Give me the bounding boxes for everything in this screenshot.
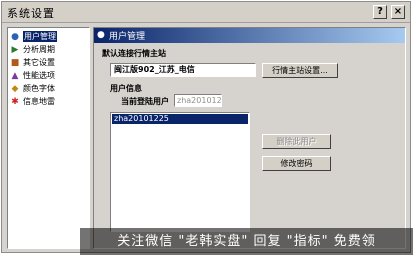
settings-window: 系统设置 ? × ● 用户管理 ▶ 分析周期 ■ 其它设置 ▲ 性能选项 ◆ 颜… bbox=[1, 1, 411, 253]
delete-user-button[interactable]: 删除此用户 bbox=[262, 134, 331, 149]
current-user-field: zha20101225 bbox=[174, 94, 222, 107]
title-bar[interactable]: 系统设置 ? × bbox=[2, 2, 410, 23]
sidebar-item-label: 颜色字体 bbox=[23, 84, 55, 93]
palette-icon: ◆ bbox=[11, 83, 19, 94]
sidebar-item-label: 用户管理 bbox=[23, 31, 57, 42]
watermark-banner: 关注微信 "老韩实盘" 回复 "指标" 免费领 bbox=[80, 228, 413, 255]
sidebar-item-info-mine[interactable]: ✱ 信息地雷 bbox=[10, 95, 55, 108]
default-server-label: 默认连接行情主站 bbox=[102, 49, 166, 58]
users-icon: ● bbox=[11, 31, 19, 42]
server-settings-button[interactable]: 行情主站设置... bbox=[262, 63, 338, 78]
performance-icon: ▲ bbox=[11, 70, 19, 81]
user-management-panel: ● 用户管理 默认连接行情主站 闽江版902_江苏_电信 行情主站设置... 用… bbox=[93, 27, 406, 249]
cycle-icon: ▶ bbox=[11, 44, 19, 55]
user-info-label: 用户信息 bbox=[110, 84, 142, 93]
sidebar-item-color-font[interactable]: ◆ 颜色字体 bbox=[10, 82, 55, 95]
sidebar-item-other-settings[interactable]: ■ 其它设置 bbox=[10, 56, 55, 69]
default-server-field[interactable]: 闽江版902_江苏_电信 bbox=[110, 63, 256, 77]
close-button[interactable]: × bbox=[391, 5, 405, 19]
sidebar-item-label: 性能选项 bbox=[23, 71, 55, 80]
sidebar-item-label: 信息地雷 bbox=[23, 97, 55, 106]
settings-icon: ■ bbox=[10, 57, 20, 68]
panel-title: 用户管理 bbox=[109, 32, 146, 42]
help-button[interactable]: ? bbox=[373, 5, 387, 19]
list-item[interactable]: zha20101225 bbox=[112, 114, 248, 124]
sidebar-item-user-management[interactable]: ● 用户管理 bbox=[10, 30, 57, 43]
user-list[interactable]: zha20101225 bbox=[110, 112, 250, 232]
users-icon: ● bbox=[97, 30, 105, 40]
sidebar-item-label: 其它设置 bbox=[23, 58, 55, 67]
window-title: 系统设置 bbox=[7, 7, 55, 20]
sidebar-item-performance[interactable]: ▲ 性能选项 bbox=[10, 69, 55, 82]
change-password-button[interactable]: 修改密码 bbox=[262, 156, 331, 171]
settings-nav: ● 用户管理 ▶ 分析周期 ■ 其它设置 ▲ 性能选项 ◆ 颜色字体 ✱ 信息地… bbox=[7, 27, 90, 249]
panel-header: ● 用户管理 bbox=[94, 28, 405, 43]
current-user-label: 当前登陆用户 bbox=[121, 97, 169, 106]
sidebar-item-analysis-cycle[interactable]: ▶ 分析周期 bbox=[10, 43, 55, 56]
mine-icon: ✱ bbox=[11, 96, 19, 107]
sidebar-item-label: 分析周期 bbox=[23, 45, 55, 54]
